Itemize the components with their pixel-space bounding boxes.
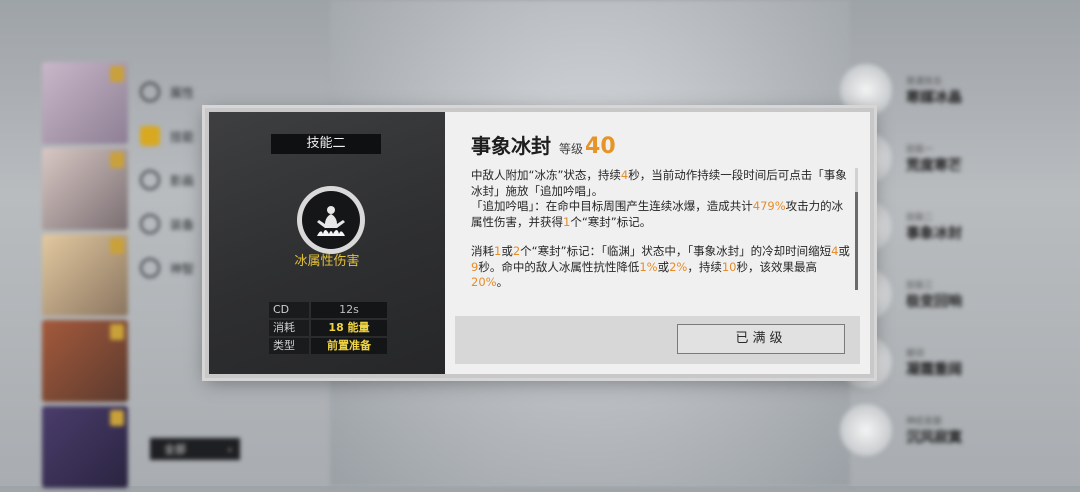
desc-text: 个“寒封”标记。 (570, 214, 652, 229)
grade-icon (110, 66, 124, 82)
skill-list-name: 寒媒冰晶 (906, 89, 962, 106)
desc-text: 个“寒封”标记：「临渊」状态中，「事象冰封」的冷却时间缩短 (520, 244, 832, 258)
stat-row-cd: CD 12s (269, 302, 387, 318)
skill-stats: CD 12s 消耗 18 能量 类型 前置准备 (269, 302, 387, 356)
stat-row-cost: 消耗 18 能量 (269, 320, 387, 336)
side-menu: 属性 技能 影画 装备 神智 (140, 70, 210, 290)
stat-key: 消耗 (269, 320, 309, 336)
stat-key: 类型 (269, 338, 309, 354)
desc-number: 10 (721, 259, 737, 274)
skill-list-sub: 技能三 (906, 280, 934, 291)
desc-number: 479% (752, 199, 786, 213)
desc-number: 20% (471, 275, 497, 288)
stat-value: 12s (311, 302, 387, 318)
level-label: 等级 (559, 142, 584, 156)
stat-key: CD (269, 302, 309, 318)
skill-name: 事象冰封 (471, 134, 551, 158)
upgrade-bar: 已满级 (455, 316, 860, 364)
team-portrait[interactable] (42, 234, 128, 316)
team-portrait[interactable] (42, 148, 128, 230)
filter-label: 全部 (164, 443, 186, 456)
desc-text: 。 (496, 275, 509, 288)
skill-list-sub: 技能一 (906, 144, 934, 155)
stats-icon (140, 82, 160, 102)
grade-icon (110, 152, 124, 168)
skill-detail-modal: 技能二 冰属性伤害 CD 12s 消耗 18 能量 类型 前置准备 事象冰封 等… (205, 108, 874, 378)
filter-button[interactable]: 全部 › (150, 438, 240, 460)
stat-row-type: 类型 前置准备 (269, 338, 387, 354)
skill-list-name: 凝霜重阔 (906, 361, 962, 378)
desc-text: 或 (501, 244, 513, 258)
desc-text: 秒，该效果最高 (736, 259, 817, 274)
side-menu-label: 装备 (170, 217, 195, 232)
team-portrait[interactable] (42, 320, 128, 402)
grade-icon (110, 410, 124, 426)
meditation-icon (302, 191, 360, 249)
desc-text: 消耗 (471, 244, 494, 258)
skill-icon (140, 126, 160, 146)
side-menu-item-gear[interactable]: 装备 (140, 202, 210, 246)
stat-value: 前置准备 (311, 338, 387, 354)
skill-slot-tag: 技能二 (271, 134, 381, 154)
desc-number: 1% (639, 259, 658, 274)
desc-paragraph: 「追加吟唱」：在命中目标周围产生连续冰爆，造成共计479%攻击力的冰属性伤害，并… (471, 199, 853, 230)
skill-list-sub: 普通攻击 (906, 76, 943, 87)
side-menu-item-skill[interactable]: 技能 (140, 114, 210, 158)
desc-number: 2% (669, 259, 688, 274)
skill-list-item[interactable]: 神经发散 沉风寂寞 (840, 396, 1060, 464)
gallery-icon (140, 170, 160, 190)
grade-icon (110, 238, 124, 254)
desc-text: 秒。命中的敌人冰属性抗性降低 (478, 259, 640, 274)
side-menu-item-stats[interactable]: 属性 (140, 70, 210, 114)
skill-list-name: 沉风寂寞 (906, 429, 962, 446)
side-menu-item-neuro[interactable]: 神智 (140, 246, 210, 290)
side-menu-label: 技能 (170, 129, 195, 144)
damage-type: 冰属性伤害 (294, 254, 360, 269)
side-menu-label: 属性 (170, 85, 195, 100)
stat-value: 18 能量 (311, 320, 387, 336)
skill-list-name: 荒度寒芒 (906, 157, 962, 174)
desc-text: 中敌人附加“冰冻”状态，持续 (471, 168, 621, 182)
side-menu-item-gallery[interactable]: 影画 (140, 158, 210, 202)
skill-list-sub: 技能二 (906, 212, 934, 223)
skill-description[interactable]: 中敌人附加“冰冻”状态，持续4秒，当前动作持续一段时间后可点击「事象冰封」施放「… (471, 168, 853, 288)
skill-list-sub: 神经发散 (906, 416, 943, 427)
side-menu-label: 神智 (170, 261, 195, 276)
gear-icon (140, 214, 160, 234)
skill-title-row: 事象冰封 等级 40 (471, 130, 616, 159)
side-menu-label: 影画 (170, 173, 195, 188)
team-portrait-column (42, 62, 128, 492)
desc-paragraph: 中敌人附加“冰冻”状态，持续4秒，当前动作持续一段时间后可点击「事象冰封」施放「… (471, 168, 853, 199)
chevron-right-icon: › (227, 442, 232, 456)
scrollbar-thumb[interactable] (855, 192, 858, 290)
desc-text: ，持续 (687, 259, 722, 274)
grade-icon (110, 324, 124, 340)
skill-description-panel: 事象冰封 等级 40 中敌人附加“冰冻”状态，持续4秒，当前动作持续一段时间后可… (445, 112, 870, 374)
skill-summary-panel: 技能二 冰属性伤害 CD 12s 消耗 18 能量 类型 前置准备 (209, 112, 455, 374)
level-number: 40 (585, 134, 616, 159)
skill-list-sub: 被动 (906, 348, 925, 359)
skill-thumb-icon (840, 404, 892, 456)
max-level-button[interactable]: 已满级 (677, 324, 845, 354)
skill-list-name: 极变回响 (906, 293, 962, 310)
skill-list-name: 事象冰封 (906, 225, 962, 242)
desc-text: 或 (838, 244, 850, 258)
desc-paragraph: 消耗1或2个“寒封”标记：「临渊」状态中，「事象冰封」的冷却时间缩短4或9秒。命… (471, 244, 853, 288)
desc-text: 「追加吟唱」：在命中目标周围产生连续冰爆，造成共计 (471, 199, 753, 213)
neuro-icon (140, 258, 160, 278)
skill-emblem (297, 186, 365, 254)
team-portrait[interactable] (42, 62, 128, 144)
desc-text: 或 (657, 259, 670, 274)
team-portrait[interactable] (42, 406, 128, 488)
